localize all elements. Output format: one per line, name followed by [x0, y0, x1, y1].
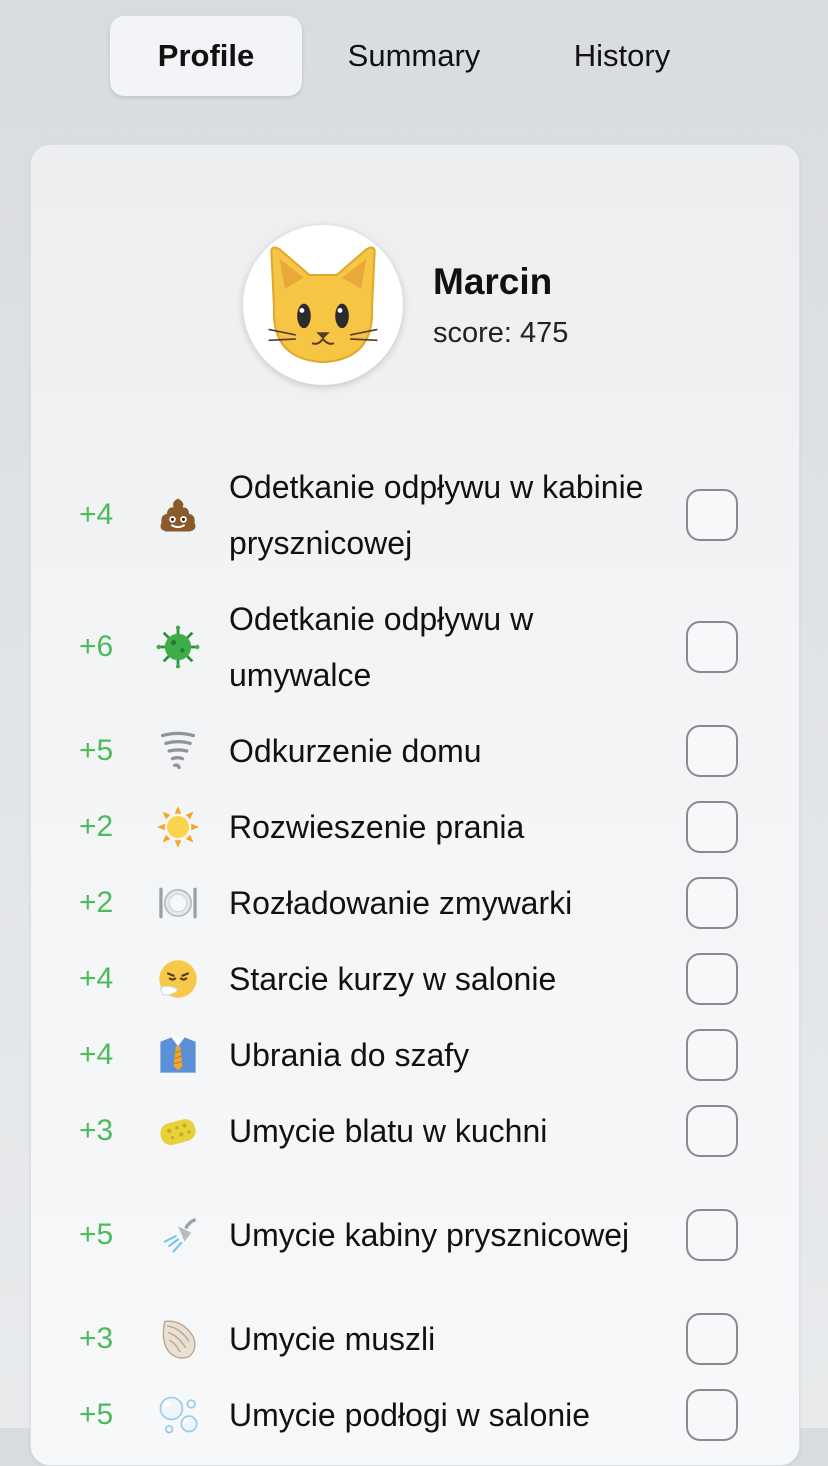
task-label: Umycie blatu w kuchni — [229, 1113, 548, 1149]
task-row: +4 Starcie kurzy w salonie — [31, 941, 799, 1017]
task-list: +4 Odetkanie odpływu w kabinie prysznico… — [31, 449, 799, 1453]
task-checkbox[interactable] — [686, 1389, 738, 1441]
task-points: +5 — [79, 1218, 114, 1251]
sneezing-face-icon — [155, 956, 201, 1002]
plate-cutlery-icon — [155, 880, 201, 926]
task-points: +4 — [79, 1038, 114, 1071]
task-checkbox[interactable] — [686, 725, 738, 777]
task-checkbox[interactable] — [686, 877, 738, 929]
task-checkbox[interactable] — [686, 1105, 738, 1157]
task-row: +5 Umycie podłogi w salonie — [31, 1377, 799, 1453]
task-points: +4 — [79, 962, 114, 995]
task-points: +3 — [79, 1114, 114, 1147]
task-points: +5 — [79, 734, 114, 767]
task-points: +2 — [79, 886, 114, 919]
task-label: Rozwieszenie prania — [229, 809, 525, 845]
microbe-icon — [155, 624, 201, 670]
tab-history[interactable]: History — [526, 16, 718, 96]
task-row: +2 Rozładowanie zmywarki — [31, 865, 799, 941]
task-label: Ubrania do szafy — [229, 1037, 470, 1073]
task-row: +2 Rozwieszenie prania — [31, 789, 799, 865]
task-points: +2 — [79, 810, 114, 843]
task-checkbox[interactable] — [686, 1313, 738, 1365]
task-row: +4 Ubrania do szafy — [31, 1017, 799, 1093]
task-label: Rozładowanie zmywarki — [229, 885, 573, 921]
profile-text: Marcin score: 475 — [433, 261, 568, 350]
task-row: +4 Odetkanie odpływu w kabinie prysznico… — [31, 449, 799, 581]
task-row: +3 Umycie blatu w kuchni — [31, 1093, 799, 1169]
task-points: +4 — [79, 498, 114, 531]
shell-icon — [155, 1316, 201, 1362]
shower-icon — [155, 1212, 201, 1258]
task-checkbox[interactable] — [686, 1029, 738, 1081]
task-label: Starcie kurzy w salonie — [229, 961, 557, 997]
cat-face-icon — [268, 246, 378, 364]
sun-icon — [155, 804, 201, 850]
tornado-icon — [155, 728, 201, 774]
task-row: +5 Odkurzenie domu — [31, 713, 799, 789]
bubbles-icon — [155, 1392, 201, 1438]
task-points: +6 — [79, 630, 114, 663]
task-label: Umycie kabiny prysznicowej — [229, 1217, 630, 1253]
task-label: Odkurzenie domu — [229, 733, 482, 769]
shirt-tie-icon — [155, 1032, 201, 1078]
tab-summary[interactable]: Summary — [302, 16, 526, 96]
task-row: +5 Umycie kabiny prysznicowej — [31, 1169, 799, 1301]
user-name: Marcin — [433, 260, 553, 302]
task-checkbox[interactable] — [686, 801, 738, 853]
tab-bar: Profile Summary History — [110, 16, 718, 96]
task-checkbox[interactable] — [686, 953, 738, 1005]
score-value: 475 — [520, 316, 569, 349]
task-points: +3 — [79, 1322, 114, 1355]
avatar — [243, 225, 403, 385]
task-checkbox[interactable] — [686, 489, 738, 541]
task-checkbox[interactable] — [686, 621, 738, 673]
task-label: Umycie muszli — [229, 1321, 436, 1357]
sponge-icon — [155, 1108, 201, 1154]
profile-header: Marcin score: 475 — [243, 225, 568, 385]
score-label: score: — [433, 316, 512, 349]
task-label: Odetkanie odpływu w kabinie prysznicowej — [229, 469, 644, 561]
task-row: +3 Umycie muszli — [31, 1301, 799, 1377]
task-label: Umycie podłogi w salonie — [229, 1397, 591, 1433]
poop-icon — [155, 492, 201, 538]
task-checkbox[interactable] — [686, 1209, 738, 1261]
user-score: score: 475 — [433, 317, 568, 350]
task-label: Odetkanie odpływu w umywalce — [229, 601, 534, 693]
task-points: +5 — [79, 1398, 114, 1431]
task-row: +6 Odetkanie odpływu w umywalce — [31, 581, 799, 713]
profile-card: Marcin score: 475 +4 Odetkanie odpływu w … — [30, 144, 800, 1466]
tab-profile[interactable]: Profile — [110, 16, 302, 96]
